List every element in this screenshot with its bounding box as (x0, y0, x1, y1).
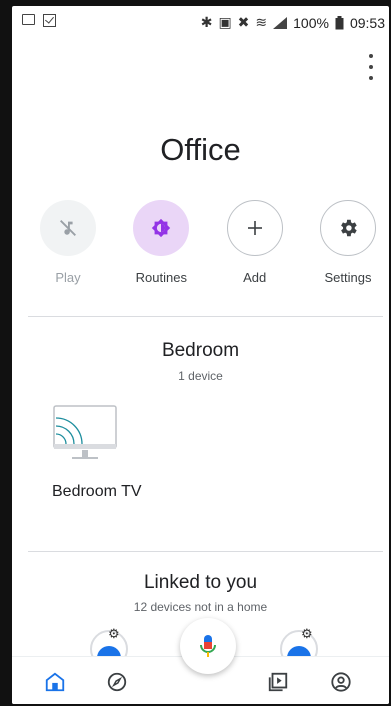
more-vert-icon (369, 54, 373, 58)
nav-account[interactable] (328, 669, 354, 695)
play-label: Play (55, 270, 81, 285)
more-options-button[interactable] (367, 54, 375, 80)
status-bar: ✱ ▣ ✖ ≋ 100% 09:53 (12, 6, 389, 36)
linked-title: Linked to you (143, 572, 258, 593)
battery-icon (335, 15, 344, 29)
nav-discover[interactable] (104, 669, 130, 695)
home-title: Office (160, 132, 241, 167)
explore-icon (107, 672, 127, 692)
room-title: Bedroom (161, 340, 240, 361)
mic-button[interactable] (180, 618, 236, 674)
add-button[interactable]: Add (215, 200, 295, 285)
device-name[interactable]: Bedroom TV (52, 483, 142, 501)
nfc-icon: ▣ (218, 14, 232, 30)
wifi-icon: ≋ (255, 14, 268, 30)
cast-tv-icon (53, 405, 117, 459)
mic-icon (200, 635, 216, 657)
routines-label: Routines (135, 270, 187, 285)
media-icon (268, 672, 288, 692)
divider (28, 551, 383, 552)
linked-subtitle: 12 devices not in a home (133, 600, 268, 614)
clock: 09:53 (349, 14, 385, 31)
bluetooth-icon: ✱ (200, 14, 213, 30)
signal-icon (273, 16, 288, 29)
mute-icon: ✖ (237, 14, 250, 30)
account-icon (331, 672, 351, 692)
battery-level: 100% (293, 14, 329, 31)
play-disabled-icon (60, 220, 76, 236)
plus-icon (247, 221, 262, 235)
gear-icon: ⚙ (301, 626, 313, 641)
play-button[interactable]: Play (28, 200, 108, 285)
nav-home[interactable] (42, 669, 68, 695)
settings-button[interactable]: Settings (308, 200, 388, 285)
nav-media[interactable] (265, 669, 291, 695)
room-device-count: 1 device (178, 369, 223, 383)
image-icon (22, 14, 35, 25)
check-box-icon (43, 14, 56, 27)
add-label: Add (243, 270, 267, 285)
bedroom-tv-device[interactable] (52, 404, 172, 467)
gear-icon: ⚙ (108, 626, 120, 641)
app-screen: ✱ ▣ ✖ ≋ 100% 09:53 Office Play Routines … (12, 6, 389, 704)
settings-label: Settings (324, 270, 372, 285)
routines-icon (152, 218, 171, 238)
home-icon (45, 672, 65, 692)
action-row: Play Routines Add Settings (28, 200, 388, 285)
routines-button[interactable]: Routines (121, 200, 201, 285)
divider (28, 316, 383, 317)
gear-icon (341, 219, 357, 237)
